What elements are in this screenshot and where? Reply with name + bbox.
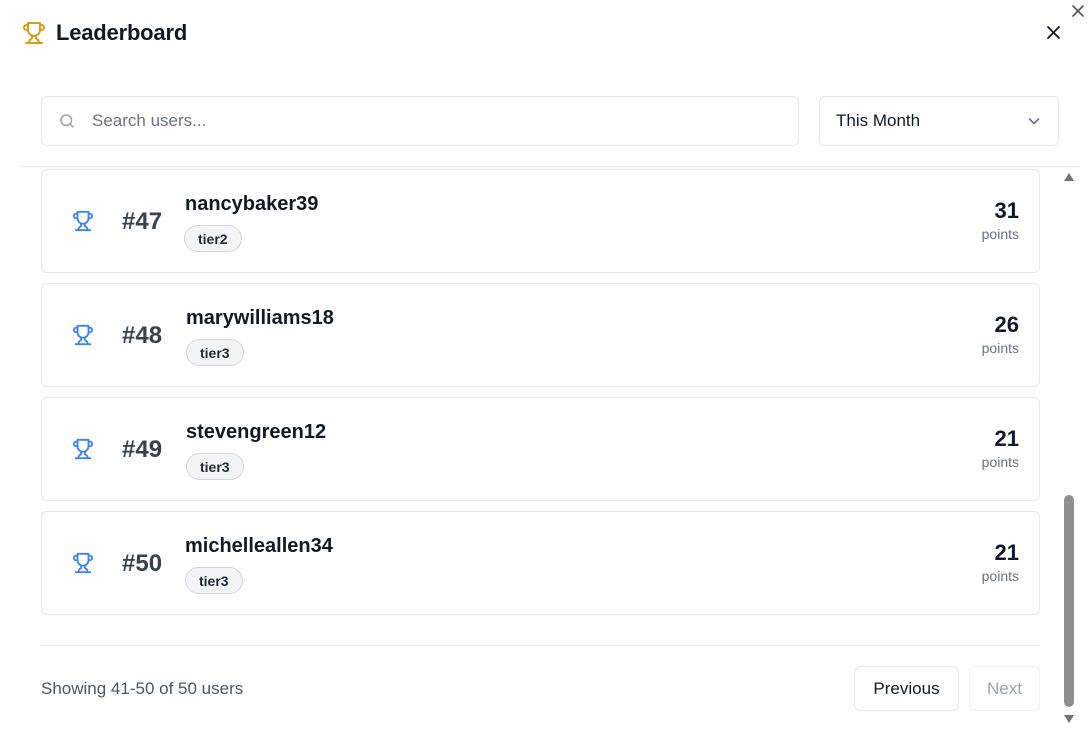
period-select[interactable]: This Month [819,96,1059,146]
points-label: points [981,226,1019,242]
dialog-header: Leaderboard [22,20,187,46]
trophy-icon [72,552,94,574]
username: marywilliams18 [186,307,334,329]
divider [21,166,1079,167]
trophy-icon [72,324,94,346]
window-close-icon[interactable] [1071,4,1085,18]
scrollbar[interactable] [1062,170,1076,730]
points: 21 points [982,426,1019,472]
rank: #50 [122,550,163,577]
search-box[interactable] [41,96,799,146]
chevron-down-icon [1028,118,1040,125]
points-label: points [981,454,1019,470]
leaderboard-row[interactable]: #48 marywilliams18 tier3 26 points [41,283,1040,387]
leaderboard-list: #47 nancybaker39 tier2 31 points #48 mar… [41,169,1040,625]
tier-badge: tier3 [186,453,244,480]
username: stevengreen12 [186,421,327,443]
points-value: 21 [994,540,1019,565]
leaderboard-row[interactable]: #49 stevengreen12 tier3 21 points [41,397,1040,501]
previous-button[interactable]: Previous [854,666,959,711]
next-button[interactable]: Next [969,666,1040,711]
search-icon [60,114,74,128]
tier-badge: tier3 [185,567,243,594]
points-value: 26 [994,312,1019,337]
points: 21 points [982,540,1019,586]
rank: #49 [122,436,163,463]
points-label: points [981,568,1019,584]
pagination-summary: Showing 41-50 of 50 users [41,679,244,698]
rank: #47 [122,208,163,235]
points-value: 21 [994,426,1019,451]
leaderboard-row[interactable]: #50 michelleallen34 tier3 21 points [41,511,1040,615]
trophy-icon [72,438,94,460]
search-input[interactable] [92,111,732,131]
points-value: 31 [994,198,1019,223]
points-label: points [981,340,1019,356]
close-icon[interactable] [1046,25,1061,40]
leaderboard-row[interactable]: #47 nancybaker39 tier2 31 points [41,169,1040,273]
period-select-value: This Month [836,111,921,130]
dialog-title: Leaderboard [56,20,188,45]
rank: #48 [122,322,163,349]
tier-badge: tier2 [184,225,242,252]
trophy-icon [72,210,94,232]
scroll-down-arrow-icon[interactable] [1063,714,1075,724]
points: 31 points [982,198,1019,244]
tier-badge: tier3 [186,339,244,366]
trophy-icon [23,22,45,44]
scrollbar-thumb[interactable] [1064,495,1074,707]
scroll-up-arrow-icon[interactable] [1063,172,1075,182]
divider [41,645,1040,646]
points: 26 points [982,312,1019,358]
username: michelleallen34 [185,535,333,557]
username: nancybaker39 [185,193,319,215]
